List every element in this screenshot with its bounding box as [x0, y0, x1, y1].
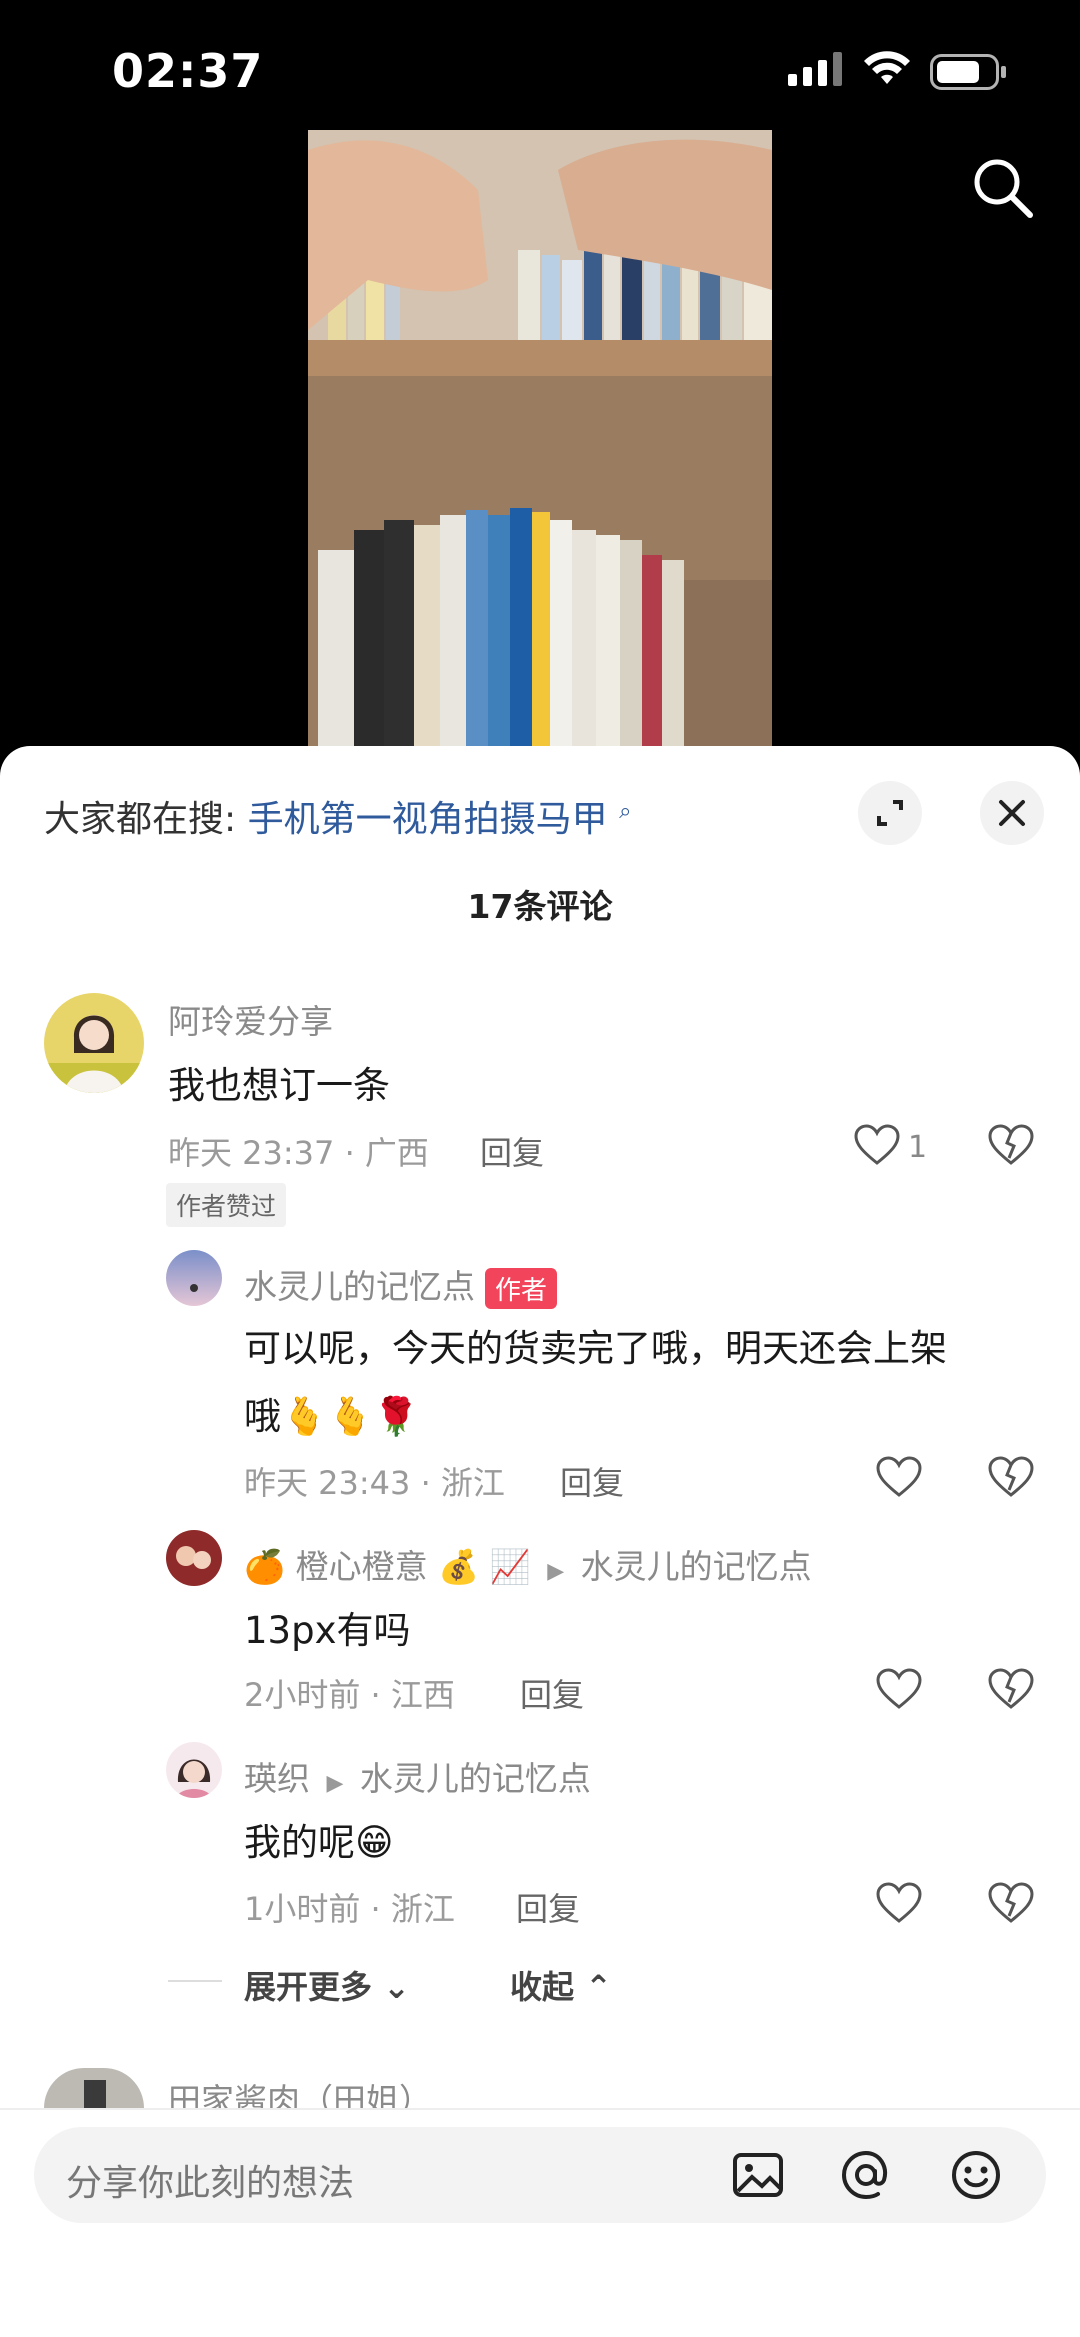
collapse-button[interactable]: 收起 ⌃: [510, 1962, 612, 2008]
comment-username[interactable]: 阿玲爱分享: [168, 995, 333, 1043]
author-badge: 作者: [485, 1268, 558, 1309]
reply-username[interactable]: 🍊 橙心橙意 💰 📈 ▶ 水灵儿的记忆点: [244, 1540, 812, 1588]
reply-button[interactable]: 回复: [480, 1128, 544, 1174]
heart-icon[interactable]: [876, 1668, 922, 1714]
comment-username[interactable]: 田家酱肉（田姐）: [168, 2074, 432, 2108]
comment-text: 我也想订一条: [168, 1064, 390, 1107]
dislike-icon[interactable]: [988, 1668, 1034, 1714]
avatar[interactable]: [166, 1530, 222, 1586]
reply-to-arrow-icon: ▶: [547, 1559, 565, 1584]
signal-icon: [788, 52, 846, 90]
chevron-up-icon: ⌃: [585, 1968, 612, 2006]
dislike-icon[interactable]: [988, 1124, 1034, 1170]
hot-search-bar[interactable]: 大家都在搜: 手机第一视角拍摄马甲 ⌕: [44, 790, 631, 842]
close-button[interactable]: [980, 781, 1044, 845]
search-icon[interactable]: [970, 155, 1036, 225]
at-icon[interactable]: [838, 2147, 894, 2207]
reply-time-location: 2小时前 · 江西: [244, 1676, 455, 1714]
reply-username[interactable]: 瑛织 ▶ 水灵儿的记忆点: [244, 1752, 591, 1800]
divider: [168, 1980, 222, 1982]
dislike-icon[interactable]: [988, 1882, 1034, 1928]
comment-input-placeholder: 分享你此刻的想法: [66, 2163, 355, 2204]
divider: [0, 2108, 1080, 2110]
reply-text: 可以呢，今天的货卖完了哦，明天还会上架: [244, 1327, 947, 1370]
reply-username[interactable]: 水灵儿的记忆点 作者: [244, 1260, 558, 1309]
small-search-icon: ⌕: [619, 799, 632, 824]
reply-text: 13px有吗: [244, 1609, 411, 1652]
reply-time-location: 1小时前 · 浙江: [244, 1890, 455, 1928]
emoji-icon[interactable]: [948, 2147, 1004, 2207]
status-bar: 02:37: [0, 0, 1080, 130]
avatar[interactable]: [166, 1250, 222, 1306]
comment-count: 17条评论: [467, 887, 613, 926]
like-count: 1: [908, 1130, 928, 1165]
reply-button[interactable]: 回复: [516, 1884, 580, 1930]
expand-button[interactable]: [858, 781, 922, 845]
avatar[interactable]: [166, 1742, 222, 1798]
expand-icon: [877, 800, 903, 826]
wifi-icon: [862, 50, 912, 90]
image-icon[interactable]: [730, 2147, 786, 2207]
reply-to-arrow-icon: ▶: [326, 1771, 344, 1796]
heart-icon[interactable]: [854, 1124, 900, 1170]
reply-time-location: 昨天 23:43 · 浙江: [244, 1464, 505, 1502]
heart-icon[interactable]: [876, 1456, 922, 1502]
avatar[interactable]: [44, 993, 144, 1093]
battery-icon: [930, 54, 1008, 94]
author-liked-tag: 作者赞过: [166, 1183, 287, 1227]
close-icon: [999, 800, 1025, 826]
reply-text: 我的呢😁: [244, 1821, 394, 1864]
chevron-down-icon: ⌄: [383, 1968, 410, 2006]
hot-search-prefix: 大家都在搜:: [44, 799, 237, 840]
reply-button[interactable]: 回复: [520, 1670, 584, 1716]
reply-to-user[interactable]: 水灵儿的记忆点: [581, 1547, 812, 1586]
hot-search-keyword[interactable]: 手机第一视角拍摄马甲: [248, 799, 608, 840]
reply-button[interactable]: 回复: [560, 1458, 624, 1504]
video-player[interactable]: [308, 130, 772, 746]
status-time: 02:37: [112, 44, 264, 98]
dislike-icon[interactable]: [988, 1456, 1034, 1502]
expand-more-button[interactable]: 展开更多 ⌄: [244, 1962, 410, 2008]
reply-text-continued: 哦🫰🫰🌹: [244, 1395, 420, 1438]
reply-to-user[interactable]: 水灵儿的记忆点: [360, 1759, 591, 1798]
comment-time-location: 昨天 23:37 · 广西: [168, 1134, 429, 1172]
heart-icon[interactable]: [876, 1882, 922, 1928]
